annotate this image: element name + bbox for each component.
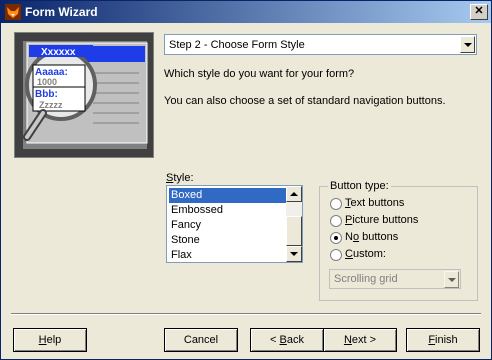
preview-field-a-value: 1000 <box>37 77 57 87</box>
title-bar[interactable]: Form Wizard ✕ <box>1 1 491 23</box>
navigation-buttons-note: You can also choose a set of standard na… <box>164 95 446 107</box>
list-item[interactable]: Boxed <box>169 188 287 203</box>
style-label: Style: <box>166 172 194 184</box>
style-listbox[interactable]: Boxed Embossed Fancy Stone Flax <box>166 185 303 263</box>
custom-radio[interactable] <box>330 249 342 261</box>
no-buttons-label[interactable]: No buttons <box>345 231 398 243</box>
form-wizard-window: Form Wizard ✕ Xxxxxx Aaaaa: 1000 Bbb: Zz… <box>0 0 492 360</box>
fox-app-icon <box>5 4 21 20</box>
footer-divider <box>11 313 481 315</box>
preview-field-b-label: Bbb: <box>35 89 58 100</box>
scroll-down-icon[interactable] <box>286 246 302 262</box>
preview-field-b-value: Zzzzz <box>39 100 63 110</box>
cancel-button[interactable]: Cancel <box>164 328 238 352</box>
button-type-legend: Button type: <box>328 180 391 192</box>
style-list-scrollbar[interactable] <box>286 186 302 262</box>
custom-style-value: Scrolling grid <box>334 273 398 285</box>
picture-buttons-label[interactable]: Picture buttons <box>345 214 418 226</box>
picture-buttons-radio[interactable] <box>330 215 342 227</box>
custom-style-dropdown[interactable]: Scrolling grid <box>329 269 461 289</box>
window-title: Form Wizard <box>25 5 98 19</box>
step-dropdown-value: Step 2 - Choose Form Style <box>169 39 305 51</box>
chevron-down-icon[interactable] <box>444 271 459 288</box>
close-button[interactable]: ✕ <box>470 4 488 20</box>
preview-title-text: Xxxxxx <box>41 47 76 58</box>
list-item[interactable]: Fancy <box>169 218 287 233</box>
scroll-thumb[interactable] <box>286 216 302 246</box>
custom-label[interactable]: Custom: <box>345 248 386 260</box>
step-dropdown[interactable]: Step 2 - Choose Form Style <box>164 34 477 55</box>
finish-button[interactable]: Finish <box>406 328 480 352</box>
list-item[interactable]: Flax <box>169 248 287 262</box>
next-button[interactable]: Next > <box>323 328 397 352</box>
chevron-down-icon[interactable] <box>460 36 475 53</box>
button-type-group: Button type: Text buttons Picture button… <box>319 180 478 301</box>
text-buttons-radio[interactable] <box>330 198 342 210</box>
magnifier-preview-graphic: Xxxxxx Aaaaa: 1000 Bbb: Zzzzz <box>23 41 148 149</box>
back-button[interactable]: < Back <box>250 328 324 352</box>
no-buttons-radio[interactable] <box>330 232 342 244</box>
scroll-up-icon[interactable] <box>286 186 302 202</box>
list-item[interactable]: Stone <box>169 233 287 248</box>
help-button[interactable]: Help <box>13 328 87 352</box>
text-buttons-label[interactable]: Text buttons <box>345 197 404 209</box>
list-item[interactable]: Embossed <box>169 203 287 218</box>
style-preview-image: Xxxxxx Aaaaa: 1000 Bbb: Zzzzz <box>14 32 154 158</box>
style-question: Which style do you want for your form? <box>164 68 355 80</box>
